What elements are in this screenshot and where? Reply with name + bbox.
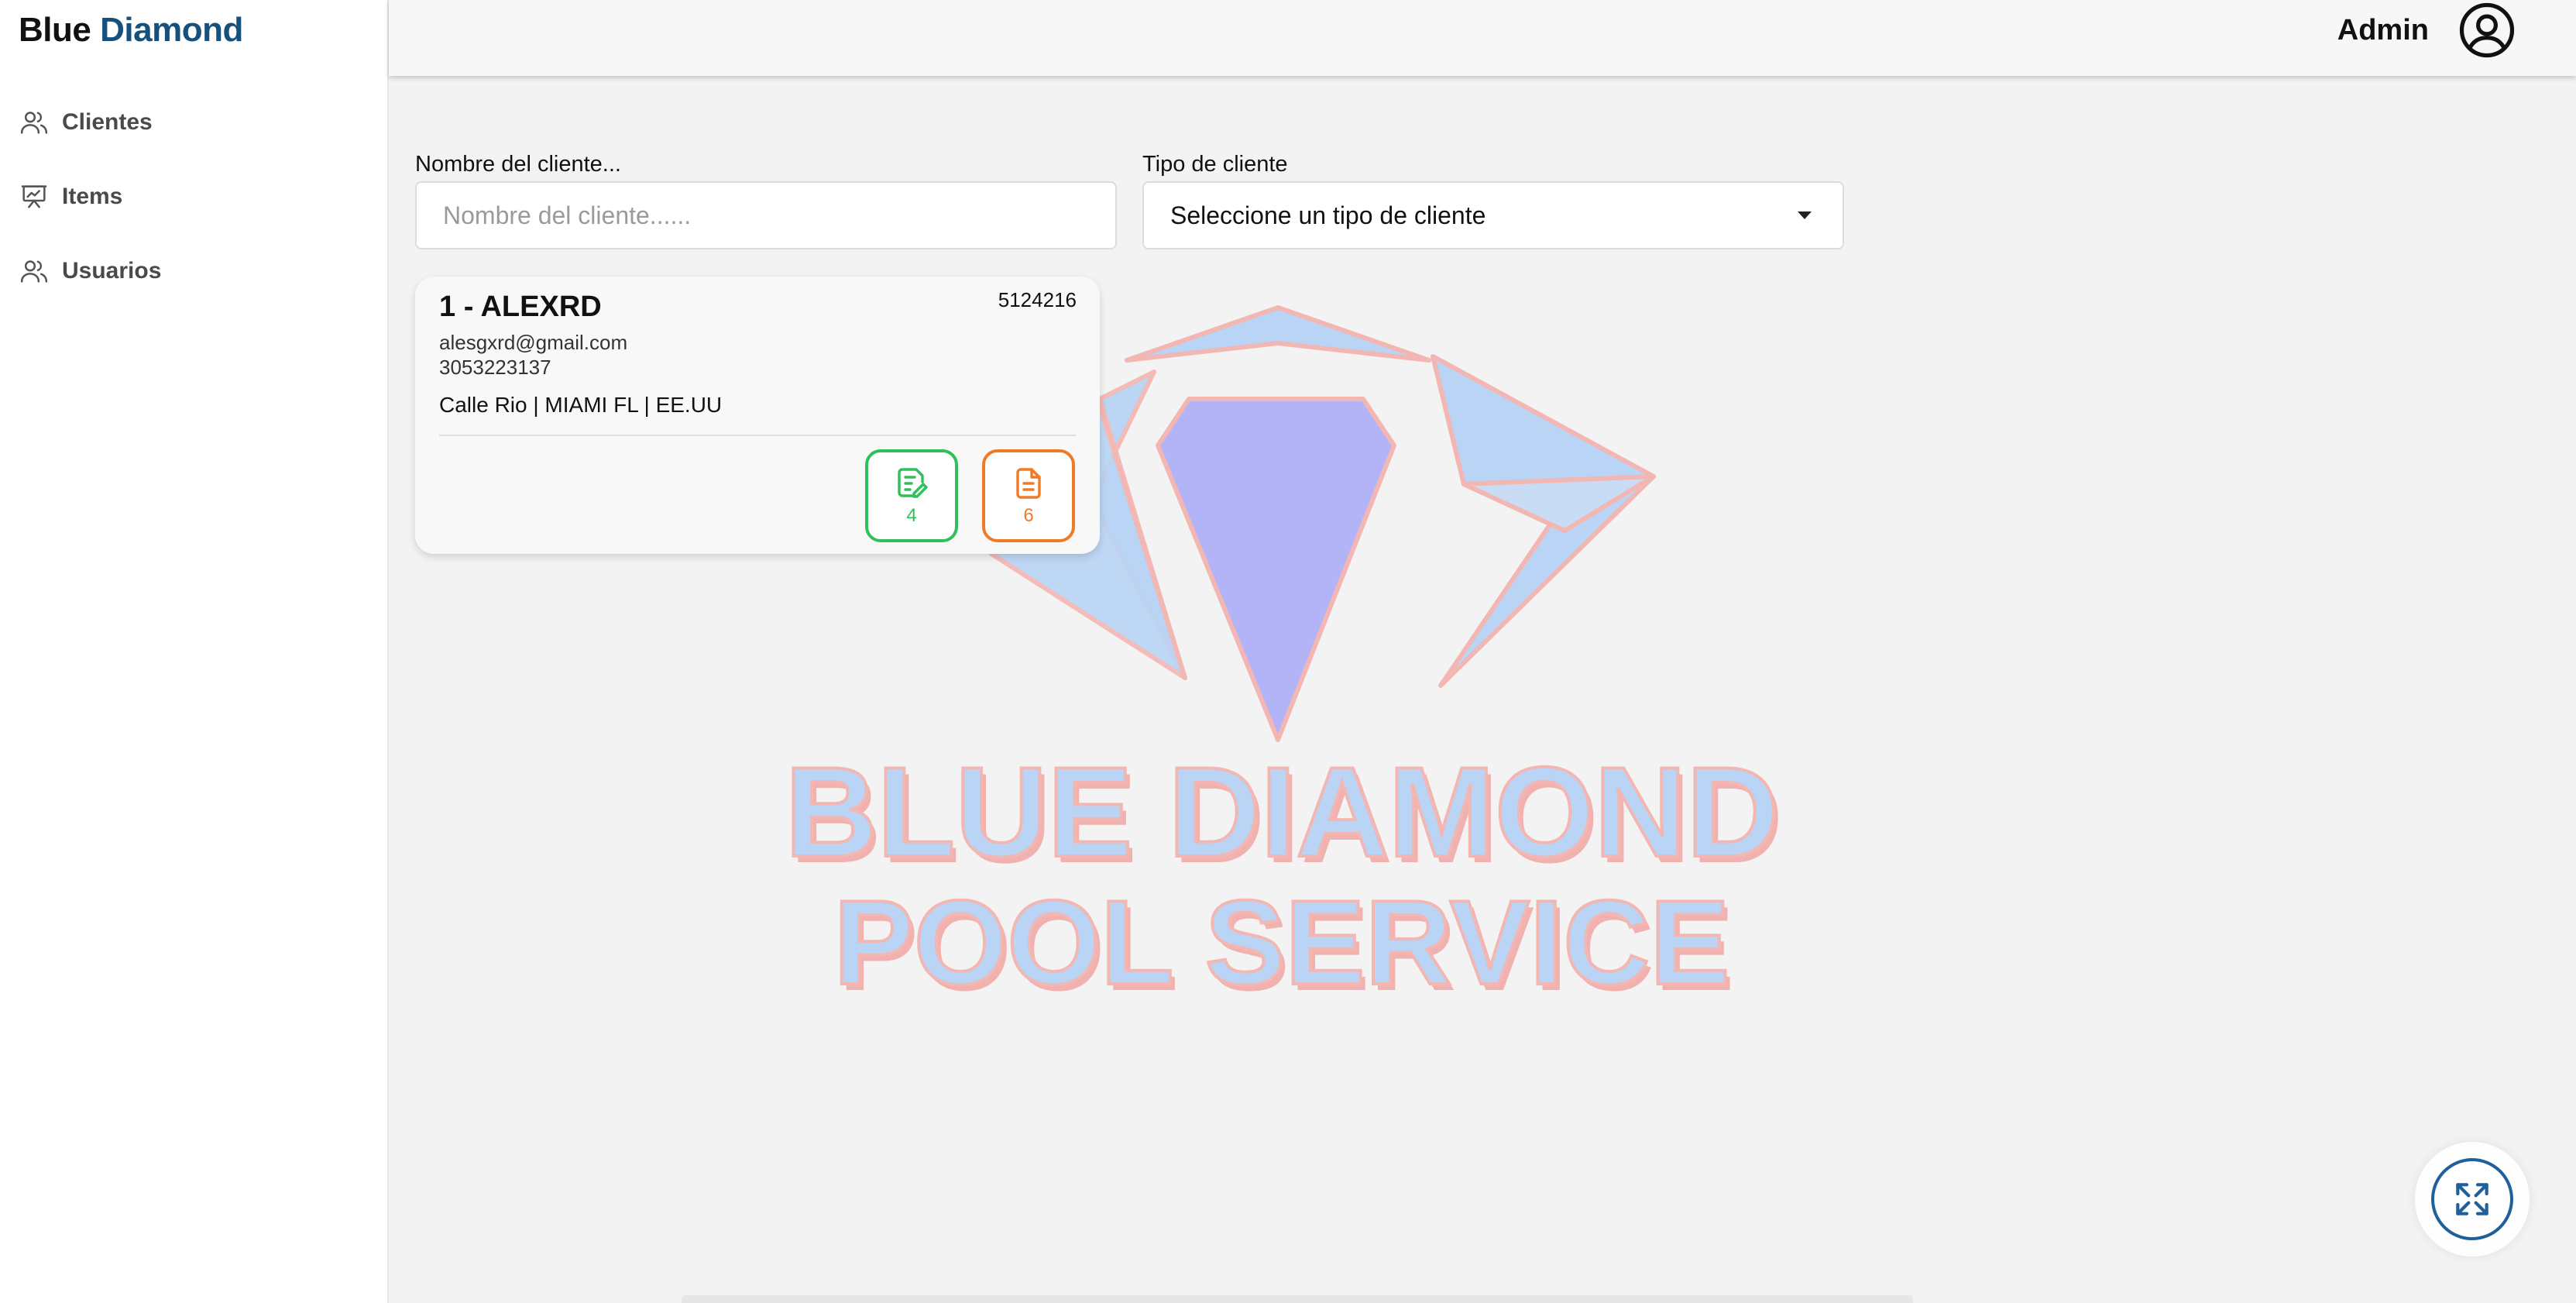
sidebar-item-label: Usuarios <box>62 258 162 284</box>
sidebar: Blue Diamond Clientes Items Usuarios <box>0 0 389 1303</box>
document-icon <box>1016 468 1041 499</box>
client-title: 1 - ALEXRD <box>439 291 602 323</box>
client-name-label: Nombre del cliente... <box>415 152 621 177</box>
watermark-text-line2: POOL SERVICE <box>833 875 1729 1009</box>
users-icon <box>20 260 48 283</box>
sidebar-item-label: Clientes <box>62 109 153 135</box>
client-card: 1 - ALEXRD 5124216 alesgxrd@gmail.com 30… <box>415 277 1100 554</box>
chevron-down-icon <box>1798 211 1812 219</box>
sidebar-item-label: Items <box>62 184 123 209</box>
sidebar-item-clientes[interactable]: Clientes <box>19 99 153 146</box>
watermark-text-line1-shadow: BLUE DIAMOND <box>789 747 1783 889</box>
document-button[interactable]: 6 <box>982 449 1075 542</box>
user-circle-icon[interactable] <box>2457 0 2517 60</box>
client-email: alesgxrd@gmail.com <box>439 331 628 354</box>
edit-document-count: 4 <box>906 505 917 526</box>
document-count: 6 <box>1023 505 1034 526</box>
client-type-selected: Seleccione un tipo de cliente <box>1170 201 1486 229</box>
presentation-chart-icon <box>21 185 47 208</box>
edit-document-button[interactable]: 4 <box>865 449 958 542</box>
brand-part-2: Diamond <box>100 11 243 49</box>
brand-logo[interactable]: Blue Diamond <box>19 11 243 50</box>
client-code: 5124216 <box>998 288 1077 311</box>
top-bar: Admin <box>389 0 2576 76</box>
sidebar-item-usuarios[interactable]: Usuarios <box>19 248 161 294</box>
edit-document-icon <box>898 468 928 498</box>
brand-part-1: Blue <box>19 11 91 49</box>
expand-arrows-icon <box>2456 1183 2488 1215</box>
sidebar-item-items[interactable]: Items <box>19 174 122 220</box>
watermark-text-line1: BLUE DIAMOND <box>785 741 1778 883</box>
client-name-input[interactable] <box>415 181 1117 249</box>
user-name[interactable]: Admin <box>2337 14 2429 47</box>
client-address: Calle Rio | MIAMI FL | EE.UU <box>439 393 723 417</box>
bottom-scroll-indicator <box>682 1295 1913 1303</box>
fullscreen-button[interactable] <box>2415 1142 2530 1257</box>
fullscreen-button-inner[interactable] <box>2431 1158 2513 1240</box>
client-type-select[interactable]: Seleccione un tipo de cliente <box>1142 181 1844 249</box>
client-phone: 3053223137 <box>439 356 551 379</box>
watermark-text-line2-shadow: POOL SERVICE <box>838 882 1734 1016</box>
client-type-label: Tipo de cliente <box>1142 152 1288 177</box>
users-icon <box>20 112 48 134</box>
divider <box>439 435 1076 436</box>
